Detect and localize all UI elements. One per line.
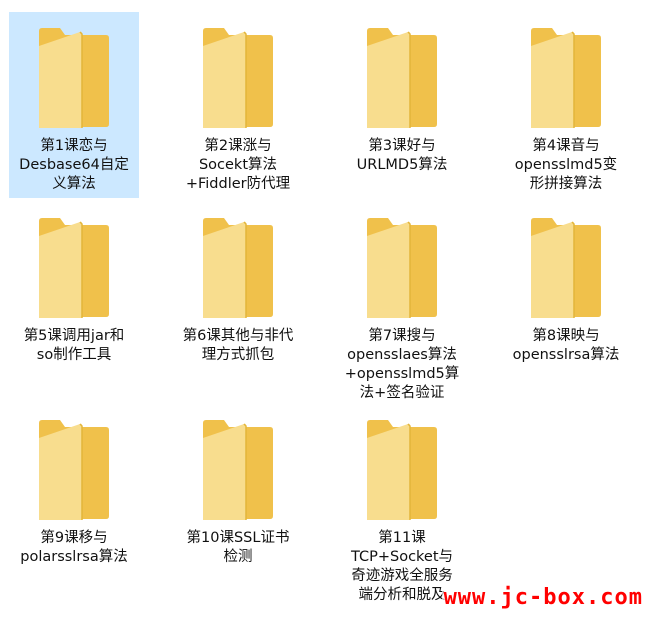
folder-grid: 第1课恋与 Desbase64自定 义算法 第2课涨与 Socekt算法 +Fi… (0, 0, 651, 617)
folder-item-6[interactable]: 第6课其他与非代 理方式抓包 (173, 202, 303, 388)
folder-icon (362, 418, 440, 522)
folder-item-7[interactable]: 第7课搜与 opensslaes算法 +opensslmd5算 法+签名验证 (337, 202, 467, 401)
folder-label: 第5课调用jar和 so制作工具 (23, 328, 125, 363)
folder-icon (362, 26, 440, 130)
folder-label: 第7课搜与 opensslaes算法 +opensslmd5算 法+签名验证 (344, 328, 460, 401)
folder-icon (526, 216, 604, 320)
folder-icon (526, 26, 604, 130)
folder-label: 第3课好与 URLMD5算法 (356, 138, 448, 173)
folder-label: 第6课其他与非代 理方式抓包 (182, 328, 294, 363)
folder-item-11[interactable]: 第11课 TCP+Socket与 奇迹游戏全服务 端分析和脱及 (337, 404, 467, 603)
folder-icon (34, 26, 112, 130)
folder-label: 第2课涨与 Socekt算法 +Fiddler防代理 (185, 138, 291, 192)
folder-icon (34, 216, 112, 320)
folder-icon (362, 216, 440, 320)
folder-label: 第4课音与 opensslmd5变 形拼接算法 (514, 138, 618, 192)
folder-icon (198, 26, 276, 130)
folder-item-9[interactable]: 第9课移与 polarsslrsa算法 (9, 404, 139, 590)
watermark-text: www.jc-box.com (441, 585, 645, 611)
folder-item-1[interactable]: 第1课恋与 Desbase64自定 义算法 (9, 12, 139, 198)
folder-label: 第8课映与 opensslrsa算法 (512, 328, 620, 363)
folder-label: 第9课移与 polarsslrsa算法 (20, 530, 128, 565)
folder-item-8[interactable]: 第8课映与 opensslrsa算法 (501, 202, 631, 388)
folder-item-5[interactable]: 第5课调用jar和 so制作工具 (9, 202, 139, 388)
folder-item-10[interactable]: 第10课SSL证书 检测 (173, 404, 303, 590)
folder-icon (198, 216, 276, 320)
folder-label: 第1课恋与 Desbase64自定 义算法 (19, 138, 129, 192)
folder-item-3[interactable]: 第3课好与 URLMD5算法 (337, 12, 467, 198)
folder-label: 第10课SSL证书 检测 (186, 530, 290, 565)
folder-item-2[interactable]: 第2课涨与 Socekt算法 +Fiddler防代理 (173, 12, 303, 198)
folder-icon (198, 418, 276, 522)
folder-item-4[interactable]: 第4课音与 opensslmd5变 形拼接算法 (501, 12, 631, 198)
folder-icon (34, 418, 112, 522)
